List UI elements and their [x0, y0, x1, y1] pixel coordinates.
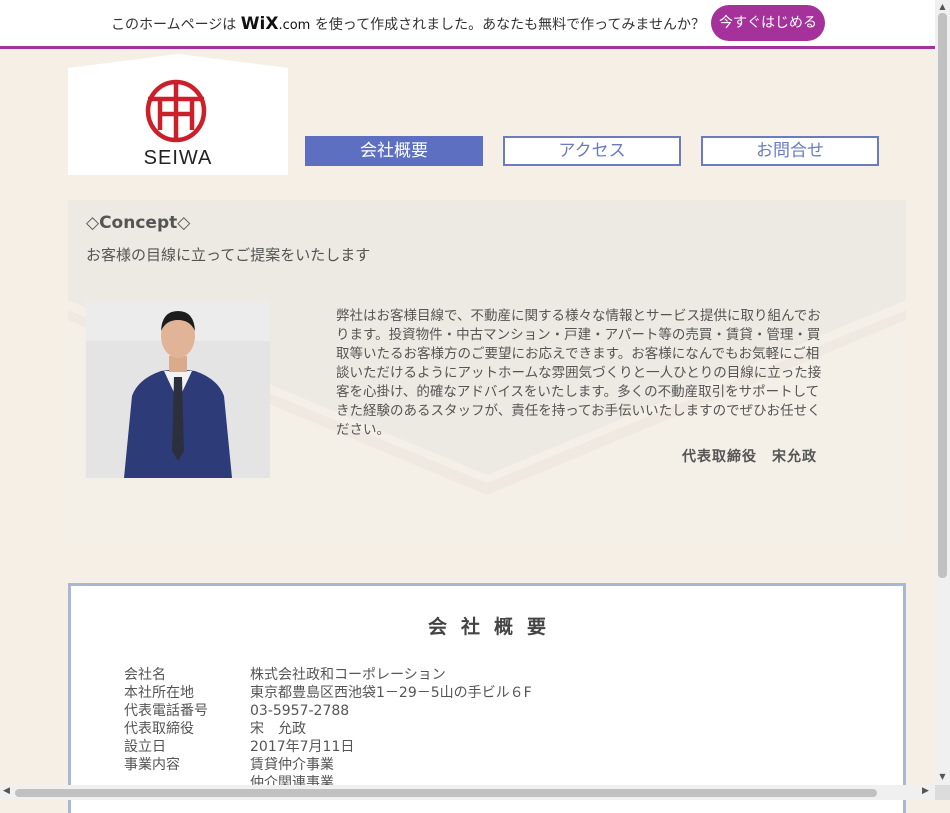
concept-body-text: 弊社はお客様目線で、不動産に関する様々な情報とサービス提供に取り組んでおります。…	[336, 308, 822, 438]
scroll-up-icon[interactable]: ▲	[938, 2, 947, 11]
info-row: 本社所在地 東京都豊島区西池袋1－29－5山の手ビル６F	[124, 685, 532, 701]
concept-section: ◇Concept◇ お客様の目線に立ってご提案をいたします 弊社はお客様目線で、…	[68, 200, 906, 543]
wix-logo[interactable]: WiX.com	[241, 14, 311, 34]
company-overview-title: 会社概要	[427, 616, 560, 638]
info-row: 代表取締役宋 允政	[124, 721, 306, 737]
info-row: 事業内容 賃貸仲介事業	[124, 757, 334, 773]
start-now-button[interactable]: 今すぐはじめる	[711, 5, 825, 41]
wix-text-before: このホームページは	[111, 17, 237, 33]
scroll-right-icon[interactable]: ▶	[922, 786, 929, 796]
horizontal-scrollbar[interactable]: ◀ ▶	[0, 785, 935, 800]
vertical-scroll-thumb[interactable]	[938, 13, 947, 578]
wix-promo-text: このホームページは WiX.com を使って作成されました。あなたも無料で作って…	[111, 14, 705, 34]
wix-text-after: を使って作成されました。あなたも無料で作ってみませんか？	[314, 17, 705, 33]
nav-company-overview[interactable]: 会社概要	[305, 136, 483, 166]
info-row: 設立日 2017年7月11日	[124, 739, 355, 755]
horizontal-scroll-thumb[interactable]	[15, 789, 877, 797]
nav-access[interactable]: アクセス	[503, 136, 681, 166]
company-overview-section: 会社概要 会社名 株式会社政和コーポレーション 本社所在地 東京都豊島区西池袋1－2…	[68, 583, 906, 813]
wix-promo-banner: このホームページは WiX.com を使って作成されました。あなたも無料で作って…	[0, 0, 935, 49]
info-row: 会社名 株式会社政和コーポレーション	[124, 667, 446, 683]
logo-text: SEIWA	[143, 147, 213, 169]
concept-subtitle: お客様の目線に立ってご提案をいたします	[86, 246, 371, 264]
concept-title: ◇Concept◇	[86, 213, 191, 233]
vertical-scrollbar[interactable]: ▲ ▼	[935, 0, 950, 785]
nav-contact[interactable]: お問合せ	[701, 136, 879, 166]
info-row: 代表電話番号 03-5957-2788	[124, 703, 350, 719]
scrollbar-corner	[935, 785, 950, 800]
scroll-down-icon[interactable]: ▼	[938, 772, 947, 781]
company-logo[interactable]: SEIWA	[68, 54, 288, 175]
ceo-signature: 代表取締役 宋允政	[682, 449, 817, 465]
ceo-portrait-image	[86, 301, 270, 478]
scroll-left-icon[interactable]: ◀	[3, 786, 10, 796]
